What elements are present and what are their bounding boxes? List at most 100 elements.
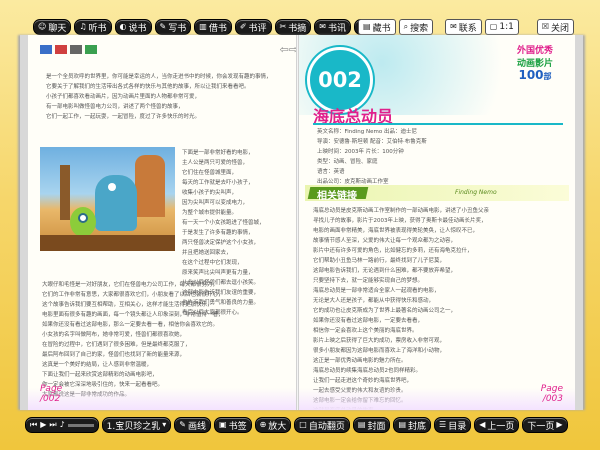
monster-sulley: [95, 175, 137, 231]
contact-button[interactable]: ✉ 联系: [445, 19, 482, 35]
toolbar-button-0[interactable]: ☺ 聊天: [33, 19, 72, 35]
bookmark-icon: ▣: [219, 420, 227, 429]
text-line: 影片上映之后获得了巨大的成功，票房收入非常可观，: [313, 338, 446, 344]
text-line: 在这个过程中它们发现，: [182, 260, 243, 266]
toolbar-button-7[interactable]: ✉ 书讯: [314, 19, 351, 35]
text-line: 影片中还有许多可爱的角色，比如健忘的多莉，还有海龟克拉什，: [313, 248, 473, 254]
share-icon-4[interactable]: [85, 45, 97, 54]
text-line: 故事情节感人至深，父爱的伟大让每一个观众都为之动容，: [313, 238, 457, 244]
movie-info: 英文名称：Finding Nemo 出品：迪士尼 导演：安德鲁·斯坦顿 配音：艾伯…: [317, 128, 567, 188]
cover-icon: ▤: [357, 420, 366, 429]
share-icon-1[interactable]: [40, 45, 52, 54]
text-line: 每天的工作就是去吓小孩子，: [182, 180, 254, 186]
book-icon: ▥: [199, 22, 207, 31]
text-line: 收集小孩子的尖叫声，: [182, 190, 238, 196]
text-line: 它要关于了解我们的生活带出各式各样的快乐与其他的故事，所以让我们来看看吧。: [46, 84, 250, 90]
related-links-banner: 相关链接 Finding Nemo: [305, 185, 569, 202]
prev-page-button[interactable]: ◀ 上一页: [474, 417, 520, 433]
close-icon: ☒: [541, 22, 550, 31]
toolbar-button-2[interactable]: ◐ 说书: [114, 19, 152, 35]
text-line: 电影的画面非常精美，海底世界被表现得美轮美奂，让人惊叹不已，: [313, 228, 479, 234]
text-line: 寻找儿子的故事，影片于2003年上映，获得了奥斯卡最佳动画长片奖，: [313, 218, 487, 224]
right-page-number: Page/003: [540, 384, 563, 404]
toolbar-button-4[interactable]: ▥ 借书: [194, 19, 232, 35]
skip-forward-icon[interactable]: ⏭: [49, 421, 56, 429]
text-line: 主人公是两只可爱的怪兽，: [182, 160, 249, 166]
top-toolbar: ☺聊天♫听书◐说书✎写书▥借书✐书评✂书摘✉书讯☻书友: [33, 19, 393, 35]
auto-flip-button[interactable]: □ 自动翻页: [294, 417, 350, 433]
toc-button[interactable]: ☰ 目录: [434, 417, 472, 433]
text-line: 相信你一定会喜欢上这个美丽的海底世界。: [313, 328, 418, 334]
text-line: 在冒险的过程中，它们遇到了很多困难，但是最终都克服了，: [42, 342, 191, 348]
right-body-text: 海底总动员是皮克斯动画工作室制作的一部动画电影，讲述了小丑鱼父亲 寻找儿子的故事，…: [313, 207, 571, 410]
text-line: 这部电影告诉我们，无论遇到什么困难，都不要放弃希望，: [313, 268, 457, 274]
draw-line-button[interactable]: ✎ 画线: [174, 417, 211, 433]
share-icons: [40, 45, 97, 54]
left-page[interactable]: ⇦⇨ 是一个全员欢呼的世界里，你可能是幸运的人，当你走进书中的时候，你会发现有趣…: [20, 35, 304, 410]
movie-still-image: [40, 147, 175, 251]
left-body-text: 大眼仔和毛怪是一对好朋友，它们在怪兽电力公司工作，每天都很努力， 它们的工作非常有…: [42, 281, 300, 401]
text-line: 有一天一个小女孩跑进了怪兽城，: [182, 220, 265, 226]
search-button[interactable]: ⌕ 搜索: [398, 19, 434, 35]
back-cover-button[interactable]: ▤ 封底: [393, 417, 432, 433]
page-ratio-button[interactable]: ▢ 1:1: [484, 19, 519, 35]
book: ⇦⇨ 是一个全员欢呼的世界里，你可能是幸运的人，当你走进书中的时候，你会发现有趣…: [20, 35, 583, 410]
collect-button[interactable]: ▤ 藏书: [358, 19, 396, 35]
text-line: 于是发生了许多有趣的事情，: [182, 230, 254, 236]
text-line: 它的成功也让皮克斯成为了世界上最著名的动画公司之一，: [313, 308, 457, 314]
text-line: 如果你还没有看过这部电影，那么一定要去看一看，相信你会喜欢它的。: [42, 322, 219, 328]
text-line: 这真是一个美好的结局，让人感到非常温暖，: [42, 362, 153, 368]
next-page-button[interactable]: 下一页 ▶: [522, 417, 568, 433]
text-line: 这个故事告诉我们要互相帮助，互相关心，这样才能生活得更加快乐，: [42, 302, 213, 308]
text-line: 电影里面有很多有趣的画面，每一个镜头都让人印象深刻，非常值得一看，: [42, 312, 224, 318]
arrow-right-icon: ▶: [556, 420, 563, 429]
text-line: 最后阿布回到了自己的家，怪兽们也找到了新的能量来源，: [42, 352, 186, 358]
list-icon: ☰: [439, 420, 447, 429]
text-line: 让我们一起走进这个奇妙的海底世界吧，: [313, 378, 413, 384]
share-icon-2[interactable]: [55, 45, 67, 54]
skip-back-icon[interactable]: ⏮: [30, 421, 37, 429]
bookmark-button[interactable]: ▣ 书签: [214, 417, 252, 433]
text-line: 英文名称：Finding Nemo 出品：迪士尼: [317, 129, 417, 135]
text-line: 无论是大人还是孩子，都能从中获得快乐和感动，: [313, 298, 435, 304]
text-line: 很多小朋友都因为这部电影而喜欢上了海洋和小动物，: [313, 348, 446, 354]
volume-icon[interactable]: ♪: [60, 421, 65, 429]
close-button[interactable]: ☒ 关闭: [536, 19, 575, 35]
news-icon: ✉: [319, 22, 326, 31]
text-line: 小孩子们都喜欢看动画片，因为动画片里面的人物都非常可爱，: [46, 94, 201, 100]
pencil-icon: ✎: [159, 22, 167, 31]
toolbar-button-1[interactable]: ♫ 听书: [74, 19, 112, 35]
text-line: 两只怪兽决定保护这个小女孩，: [182, 240, 260, 246]
text-line: 上映时间：2003年 片长：100分钟: [317, 149, 404, 155]
text-line: 海底总动员是皮克斯动画工作室制作的一部动画电影，讲述了小丑鱼父亲: [313, 208, 490, 214]
text-line: 它们的工作非常有意思，大家都很喜欢它们，小朋友看了以后也会很开心，: [42, 292, 224, 298]
chapter-select[interactable]: 1.宝贝珍之乳 ▾: [101, 417, 172, 433]
zoom-button[interactable]: ⊕ 放大: [254, 417, 292, 433]
auto-flip-icon: □: [299, 420, 307, 429]
chevron-down-icon: ▾: [162, 420, 167, 429]
text-line: 是一个全员欢呼的世界里，你可能是幸运的人，当你走进书中的时候，你会发现有趣的事情…: [46, 74, 272, 80]
top-toolbar-left: ☺聊天♫听书◐说书✎写书▥借书✐书评✂书摘✉书讯☻书友: [33, 19, 393, 35]
text-line: 大眼仔和毛怪是一对好朋友，它们在怪兽电力公司工作，每天都很努力，: [42, 282, 219, 288]
text-line: 有一部电影叫做怪兽电力公司，讲述了两个怪兽的故事，: [46, 104, 184, 110]
speaker-icon: ◐: [119, 22, 127, 31]
share-icon-3[interactable]: [70, 45, 82, 54]
comment-icon: ✐: [239, 22, 247, 31]
cover-button[interactable]: ▤ 封面: [352, 417, 391, 433]
toolbar-button-3[interactable]: ✎ 写书: [154, 19, 192, 35]
play-icon[interactable]: ▶: [40, 421, 46, 429]
playback-controls[interactable]: ⏮ ▶ ⏭ ♪: [25, 417, 99, 433]
bottom-toolbar: ⏮ ▶ ⏭ ♪ 1.宝贝珍之乳 ▾ ✎ 画线 ▣ 书签 ⊕ 放大 □ 自动翻页 ▤ 封面 …: [0, 410, 600, 450]
text-line: 海底总动员是一部非常适合全家人一起观看的电影，: [313, 288, 440, 294]
text-line: 下面让我们一起来欣赏这部精彩的动画电影吧，: [42, 372, 158, 378]
toolbar-button-6[interactable]: ✂ 书摘: [274, 19, 312, 35]
volume-slider[interactable]: [67, 423, 94, 427]
toolbar-button-5[interactable]: ✐ 书评: [234, 19, 272, 35]
right-page[interactable]: 002 外国优秀 动画影片 100部 海底总动员 英文名称：Finding Ne…: [299, 35, 583, 410]
chat-icon: ☺: [38, 22, 47, 31]
text-line: 因为尖叫声可以变成电力，: [182, 200, 249, 206]
text-line: 它们帮助小丑鱼马林一路前行，最终找到了儿子尼莫，: [313, 258, 446, 264]
text-line: 为整个城市提供能量。: [182, 210, 238, 216]
magnifier-icon: ⊕: [259, 420, 267, 429]
text-line: 小女孩的名字叫做阿布，她非常可爱，怪兽们都很喜欢她，: [42, 332, 186, 338]
